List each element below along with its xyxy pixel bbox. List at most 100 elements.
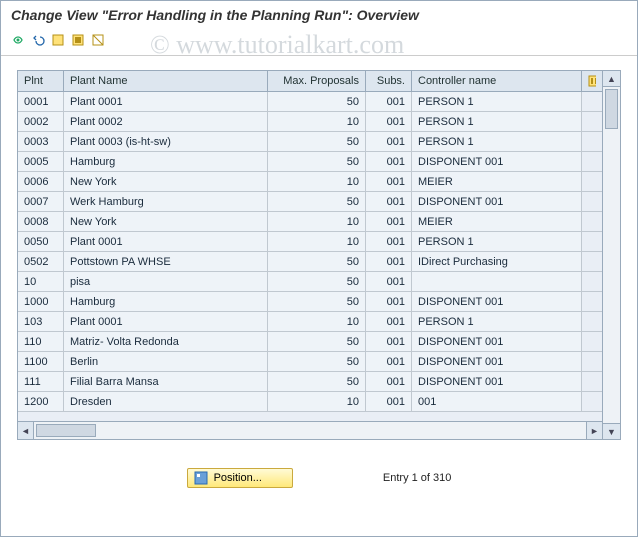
cell-subs[interactable]: 001 bbox=[366, 252, 412, 271]
v-scroll-thumb[interactable] bbox=[605, 89, 618, 129]
cell-subs[interactable]: 001 bbox=[366, 232, 412, 251]
h-scroll-thumb[interactable] bbox=[36, 424, 96, 437]
cell-max-proposals[interactable]: 10 bbox=[268, 392, 366, 411]
table-row[interactable]: 1000Hamburg50001DISPONENT 001 bbox=[18, 292, 602, 312]
cell-max-proposals[interactable]: 50 bbox=[268, 252, 366, 271]
cell-max-proposals[interactable]: 50 bbox=[268, 292, 366, 311]
cell-plnt[interactable]: 10 bbox=[18, 272, 64, 291]
cell-plnt[interactable]: 0008 bbox=[18, 212, 64, 231]
cell-plant-name[interactable]: Berlin bbox=[64, 352, 268, 371]
cell-plnt[interactable]: 0005 bbox=[18, 152, 64, 171]
cell-plant-name[interactable]: Werk Hamburg bbox=[64, 192, 268, 211]
cell-subs[interactable]: 001 bbox=[366, 392, 412, 411]
configure-columns-icon[interactable] bbox=[582, 71, 602, 91]
cell-plnt[interactable]: 0003 bbox=[18, 132, 64, 151]
cell-subs[interactable]: 001 bbox=[366, 112, 412, 131]
cell-plant-name[interactable]: New York bbox=[64, 172, 268, 191]
cell-max-proposals[interactable]: 50 bbox=[268, 272, 366, 291]
col-header-subs[interactable]: Subs. bbox=[366, 71, 412, 91]
table-row[interactable]: 0008New York10001MEIER bbox=[18, 212, 602, 232]
cell-plant-name[interactable]: Hamburg bbox=[64, 152, 268, 171]
deselect-all-icon[interactable] bbox=[89, 31, 107, 49]
cell-controller-name[interactable]: DISPONENT 001 bbox=[412, 292, 582, 311]
v-scroll-track[interactable] bbox=[603, 87, 620, 423]
cell-controller-name[interactable]: PERSON 1 bbox=[412, 232, 582, 251]
col-header-max-proposals[interactable]: Max. Proposals bbox=[268, 71, 366, 91]
cell-plant-name[interactable]: pisa bbox=[64, 272, 268, 291]
cell-subs[interactable]: 001 bbox=[366, 292, 412, 311]
cell-plant-name[interactable]: Hamburg bbox=[64, 292, 268, 311]
cell-plant-name[interactable]: New York bbox=[64, 212, 268, 231]
cell-subs[interactable]: 001 bbox=[366, 352, 412, 371]
cell-controller-name[interactable]: DISPONENT 001 bbox=[412, 192, 582, 211]
cell-max-proposals[interactable]: 10 bbox=[268, 232, 366, 251]
select-block-icon[interactable] bbox=[69, 31, 87, 49]
cell-plant-name[interactable]: Dresden bbox=[64, 392, 268, 411]
cell-controller-name[interactable]: PERSON 1 bbox=[412, 112, 582, 131]
cell-subs[interactable]: 001 bbox=[366, 92, 412, 111]
cell-plnt[interactable]: 0007 bbox=[18, 192, 64, 211]
cell-max-proposals[interactable]: 50 bbox=[268, 192, 366, 211]
table-row[interactable]: 110Matriz- Volta Redonda50001DISPONENT 0… bbox=[18, 332, 602, 352]
cell-plnt[interactable]: 0502 bbox=[18, 252, 64, 271]
cell-plnt[interactable]: 1100 bbox=[18, 352, 64, 371]
table-row[interactable]: 0002Plant 000210001PERSON 1 bbox=[18, 112, 602, 132]
cell-controller-name[interactable]: IDirect Purchasing bbox=[412, 252, 582, 271]
cell-plant-name[interactable]: Filial Barra Mansa bbox=[64, 372, 268, 391]
col-header-plnt[interactable]: Plnt bbox=[18, 71, 64, 91]
cell-subs[interactable]: 001 bbox=[366, 152, 412, 171]
cell-subs[interactable]: 001 bbox=[366, 212, 412, 231]
cell-max-proposals[interactable]: 10 bbox=[268, 172, 366, 191]
cell-controller-name[interactable]: DISPONENT 001 bbox=[412, 352, 582, 371]
cell-controller-name[interactable]: DISPONENT 001 bbox=[412, 372, 582, 391]
scroll-up-icon[interactable]: ▲ bbox=[603, 71, 620, 87]
table-row[interactable]: 0003Plant 0003 (is-ht-sw)50001PERSON 1 bbox=[18, 132, 602, 152]
cell-subs[interactable]: 001 bbox=[366, 192, 412, 211]
table-row[interactable]: 0050Plant 000110001PERSON 1 bbox=[18, 232, 602, 252]
h-scroll-track[interactable] bbox=[34, 422, 586, 439]
cell-plant-name[interactable]: Plant 0002 bbox=[64, 112, 268, 131]
cell-subs[interactable]: 001 bbox=[366, 132, 412, 151]
table-row[interactable]: 0007Werk Hamburg50001DISPONENT 001 bbox=[18, 192, 602, 212]
cell-max-proposals[interactable]: 50 bbox=[268, 372, 366, 391]
cell-controller-name[interactable]: PERSON 1 bbox=[412, 132, 582, 151]
horizontal-scrollbar[interactable]: ◄ ► bbox=[18, 421, 602, 439]
table-row[interactable]: 0001Plant 000150001PERSON 1 bbox=[18, 92, 602, 112]
table-row[interactable]: 0006New York10001MEIER bbox=[18, 172, 602, 192]
table-row[interactable]: 103Plant 000110001PERSON 1 bbox=[18, 312, 602, 332]
cell-plant-name[interactable]: Plant 0001 bbox=[64, 232, 268, 251]
other-view-icon[interactable] bbox=[9, 31, 27, 49]
cell-max-proposals[interactable]: 10 bbox=[268, 212, 366, 231]
scroll-down-icon[interactable]: ▼ bbox=[603, 423, 620, 439]
cell-plnt[interactable]: 111 bbox=[18, 372, 64, 391]
cell-plnt[interactable]: 1200 bbox=[18, 392, 64, 411]
scroll-left-icon[interactable]: ◄ bbox=[18, 422, 34, 439]
cell-controller-name[interactable]: 001 bbox=[412, 392, 582, 411]
cell-plnt[interactable]: 0050 bbox=[18, 232, 64, 251]
cell-plnt[interactable]: 110 bbox=[18, 332, 64, 351]
cell-plant-name[interactable]: Matriz- Volta Redonda bbox=[64, 332, 268, 351]
cell-max-proposals[interactable]: 50 bbox=[268, 92, 366, 111]
table-row[interactable]: 111Filial Barra Mansa50001DISPONENT 001 bbox=[18, 372, 602, 392]
cell-subs[interactable]: 001 bbox=[366, 272, 412, 291]
undo-icon[interactable] bbox=[29, 31, 47, 49]
cell-subs[interactable]: 001 bbox=[366, 332, 412, 351]
cell-controller-name[interactable] bbox=[412, 272, 582, 291]
cell-controller-name[interactable]: PERSON 1 bbox=[412, 92, 582, 111]
cell-plant-name[interactable]: Plant 0003 (is-ht-sw) bbox=[64, 132, 268, 151]
table-row[interactable]: 1100Berlin50001DISPONENT 001 bbox=[18, 352, 602, 372]
cell-max-proposals[interactable]: 50 bbox=[268, 132, 366, 151]
cell-controller-name[interactable]: MEIER bbox=[412, 212, 582, 231]
cell-max-proposals[interactable]: 50 bbox=[268, 352, 366, 371]
cell-plnt[interactable]: 0001 bbox=[18, 92, 64, 111]
cell-plnt[interactable]: 0002 bbox=[18, 112, 64, 131]
col-header-plant-name[interactable]: Plant Name bbox=[64, 71, 268, 91]
scroll-right-icon[interactable]: ► bbox=[586, 422, 602, 439]
cell-subs[interactable]: 001 bbox=[366, 372, 412, 391]
cell-controller-name[interactable]: PERSON 1 bbox=[412, 312, 582, 331]
cell-subs[interactable]: 001 bbox=[366, 312, 412, 331]
cell-plant-name[interactable]: Plant 0001 bbox=[64, 312, 268, 331]
table-row[interactable]: 0005Hamburg50001DISPONENT 001 bbox=[18, 152, 602, 172]
cell-plnt[interactable]: 103 bbox=[18, 312, 64, 331]
cell-plnt[interactable]: 0006 bbox=[18, 172, 64, 191]
